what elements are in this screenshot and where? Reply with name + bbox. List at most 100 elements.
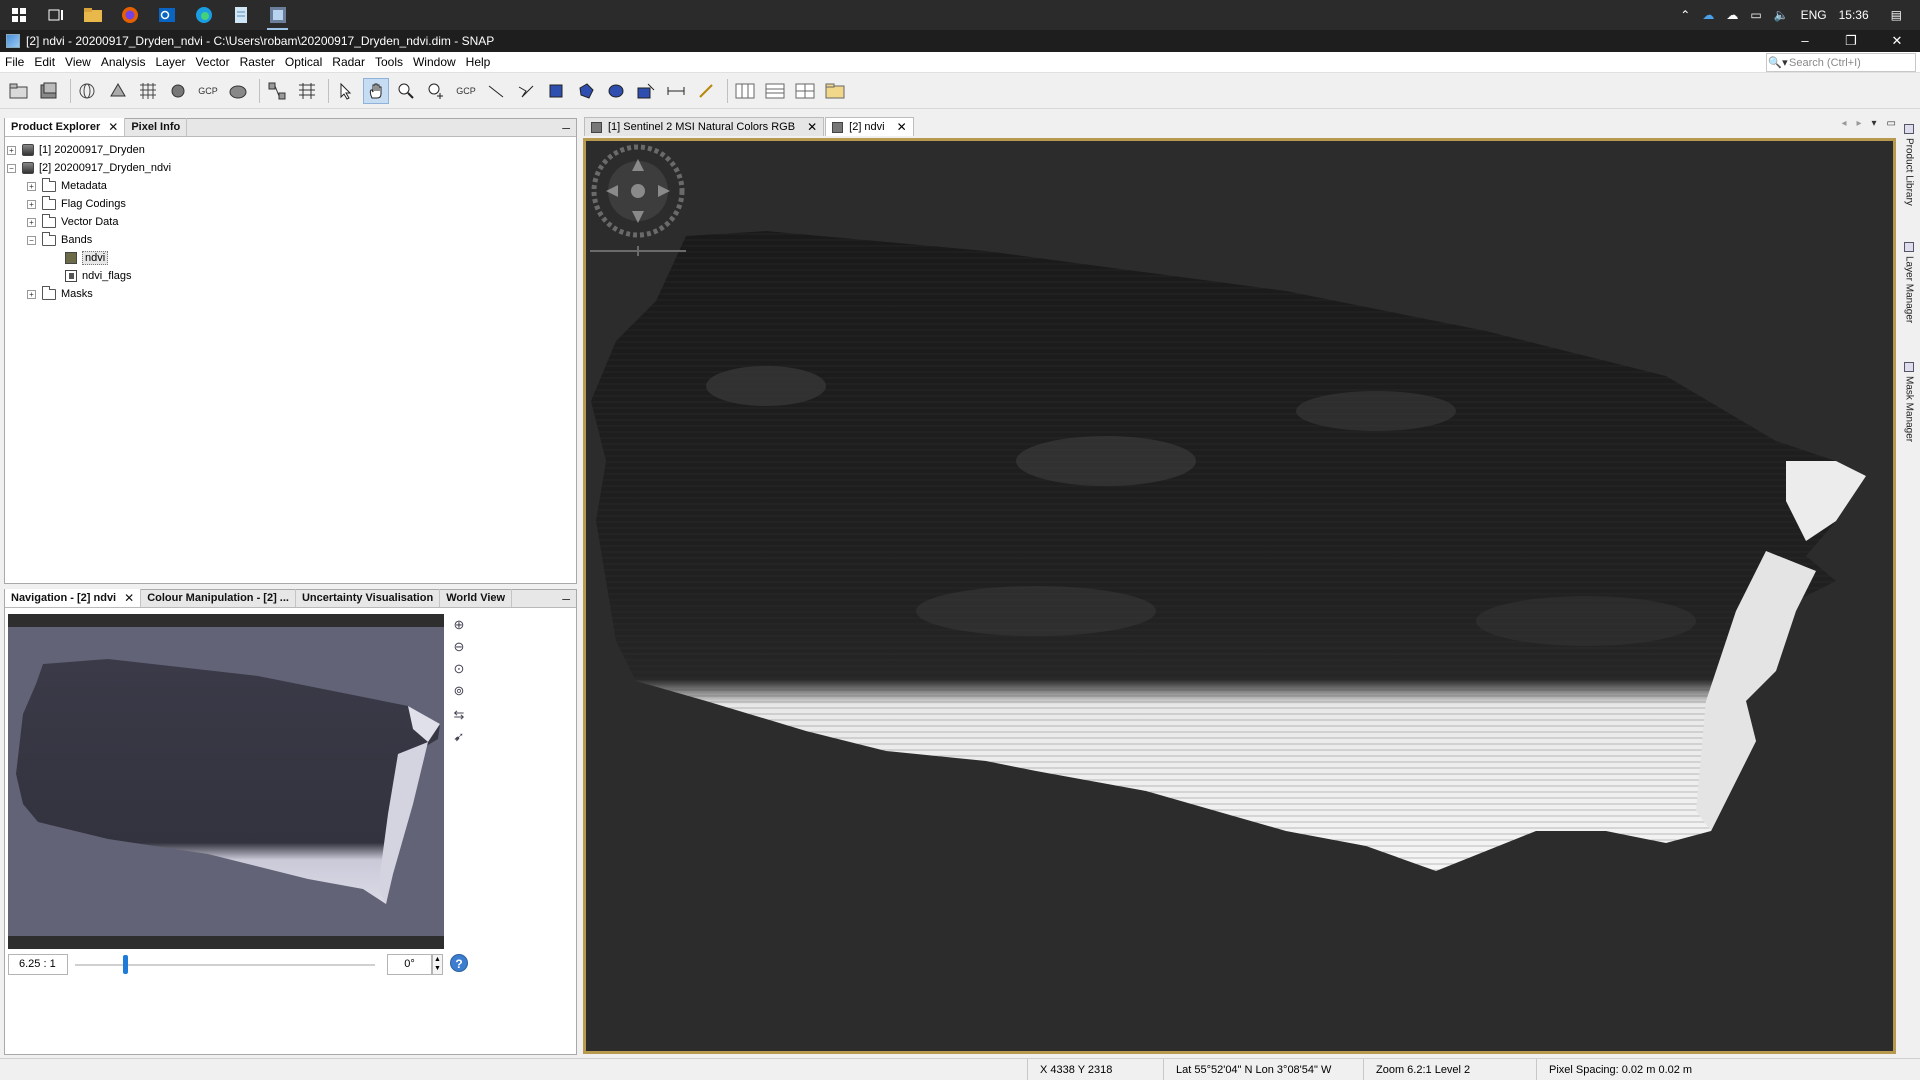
language-indicator[interactable]: ENG xyxy=(1801,8,1827,22)
tile-evenly-icon[interactable] xyxy=(792,78,818,104)
show-opened-documents-icon[interactable]: ▾ xyxy=(1872,118,1877,129)
zoom-tool-icon[interactable] xyxy=(393,78,419,104)
tab-layer-manager[interactable]: Layer Manager xyxy=(1901,242,1917,323)
menu-analysis[interactable]: Analysis xyxy=(96,52,151,73)
tree-node-band-ndvi[interactable]: ndvi xyxy=(7,249,574,267)
sync-cursor-icon[interactable]: ➹ xyxy=(450,728,468,746)
firefox-taskbar-button[interactable] xyxy=(111,0,148,30)
help-button[interactable]: ? xyxy=(450,954,468,972)
reprojection-icon[interactable] xyxy=(75,78,101,104)
tab-navigation[interactable]: Navigation - [2] ndvi ✕ xyxy=(5,589,142,607)
tree-node-bands[interactable]: − Bands xyxy=(7,231,574,249)
menu-view[interactable]: View xyxy=(60,52,96,73)
tab-pixel-info[interactable]: Pixel Info xyxy=(125,118,188,136)
line-drawing-tool-icon[interactable] xyxy=(483,78,509,104)
graph-builder-icon[interactable] xyxy=(264,78,290,104)
search-input[interactable]: 🔍▾ Search (Ctrl+I) xyxy=(1766,53,1916,72)
close-icon[interactable]: ✕ xyxy=(807,120,817,134)
menu-layer[interactable]: Layer xyxy=(151,52,191,73)
expand-icon[interactable]: + xyxy=(27,199,36,209)
zoom-slider-track[interactable] xyxy=(75,964,375,966)
minimize-panel-icon[interactable]: – xyxy=(562,590,570,606)
select-tool-icon[interactable] xyxy=(333,78,359,104)
scroll-left-icon[interactable]: ◂ xyxy=(1841,118,1846,129)
tile-single-icon[interactable] xyxy=(822,78,848,104)
tree-node-metadata[interactable]: + Metadata xyxy=(7,177,574,195)
edge-taskbar-button[interactable] xyxy=(185,0,222,30)
notifications-icon[interactable]: ▤ xyxy=(1891,8,1902,22)
battery-icon[interactable]: ▭ xyxy=(1750,8,1761,22)
tab-uncertainty-visualisation[interactable]: Uncertainty Visualisation xyxy=(296,589,441,607)
outlook-taskbar-button[interactable] xyxy=(148,0,185,30)
notepad-taskbar-button[interactable] xyxy=(222,0,259,30)
start-button[interactable] xyxy=(0,0,37,30)
menu-radar[interactable]: Radar xyxy=(327,52,370,73)
magic-wand-tool-icon[interactable] xyxy=(633,78,659,104)
scroll-right-icon[interactable]: ▸ xyxy=(1856,118,1861,129)
tree-node-band-ndvi-flags[interactable]: ndvi_flags xyxy=(7,267,574,285)
zoom-in-icon[interactable]: ⊕ xyxy=(450,616,468,634)
ndvi-image-view[interactable] xyxy=(583,138,1896,1054)
tree-node-product-1[interactable]: + [1] 20200917_Dryden xyxy=(7,141,574,159)
tab-product-library[interactable]: Product Library xyxy=(1901,124,1917,206)
resample-icon[interactable] xyxy=(105,78,131,104)
tree-node-vector-data[interactable]: + Vector Data xyxy=(7,213,574,231)
collocation-icon[interactable] xyxy=(165,78,191,104)
expand-icon[interactable]: + xyxy=(27,181,36,191)
tab-product-explorer[interactable]: Product Explorer ✕ xyxy=(5,118,126,136)
save-product-icon[interactable] xyxy=(36,78,62,104)
minimize-button[interactable]: – xyxy=(1782,30,1828,52)
close-icon[interactable]: ✕ xyxy=(108,120,118,134)
menu-vector[interactable]: Vector xyxy=(191,52,235,73)
tree-node-masks[interactable]: + Masks xyxy=(7,285,574,303)
cloud-icon[interactable]: ☁ xyxy=(1726,8,1738,22)
collapse-icon[interactable]: − xyxy=(7,163,16,173)
zoom-factor-field[interactable]: 6.25 : 1 xyxy=(8,954,68,975)
ruler-tool-icon[interactable] xyxy=(693,78,719,104)
expand-icon[interactable]: + xyxy=(7,145,16,155)
batch-processing-icon[interactable] xyxy=(294,78,320,104)
rotation-spinner[interactable]: ▲ ▼ xyxy=(432,954,443,975)
tab-rgb-view[interactable]: [1] Sentinel 2 MSI Natural Colors RGB ✕ xyxy=(584,117,825,136)
menu-raster[interactable]: Raster xyxy=(235,52,280,73)
navigation-overview[interactable] xyxy=(8,614,444,949)
ellipse-drawing-tool-icon[interactable] xyxy=(603,78,629,104)
pan-tool-icon[interactable] xyxy=(363,77,389,104)
sync-views-icon[interactable]: ⇆ xyxy=(450,706,468,724)
tree-node-product-2[interactable]: − [2] 20200917_Dryden_ndvi xyxy=(7,159,574,177)
tree-node-flag-codings[interactable]: + Flag Codings xyxy=(7,195,574,213)
rotation-angle-field[interactable]: 0° xyxy=(387,954,432,975)
close-icon[interactable]: ✕ xyxy=(124,591,134,605)
close-icon[interactable]: ✕ xyxy=(897,120,907,134)
chevron-up-icon[interactable]: ⌃ xyxy=(1680,8,1690,22)
polygon-drawing-tool-icon[interactable] xyxy=(573,78,599,104)
rectangle-drawing-tool-icon[interactable] xyxy=(543,78,569,104)
tab-ndvi-view[interactable]: [2] ndvi ✕ xyxy=(825,117,914,136)
menu-help[interactable]: Help xyxy=(461,52,496,73)
tile-horizontally-icon[interactable] xyxy=(732,78,758,104)
task-view-button[interactable] xyxy=(37,0,74,30)
onedrive-icon[interactable]: ☁ xyxy=(1702,8,1714,22)
menu-file[interactable]: File xyxy=(0,52,29,73)
tab-world-view[interactable]: World View xyxy=(440,589,513,607)
subset-icon[interactable] xyxy=(225,78,251,104)
zoom-all-icon[interactable]: ⊚ xyxy=(450,682,468,700)
expand-icon[interactable]: + xyxy=(27,217,36,227)
menu-window[interactable]: Window xyxy=(408,52,461,73)
clock[interactable]: 15:36 xyxy=(1839,8,1869,22)
mosaic-icon[interactable] xyxy=(135,78,161,104)
gcp-manager-icon[interactable]: GCP xyxy=(195,78,221,104)
minimize-panel-icon[interactable]: – xyxy=(562,119,570,135)
file-explorer-taskbar-button[interactable] xyxy=(74,0,111,30)
tab-mask-manager[interactable]: Mask Manager xyxy=(1901,362,1917,442)
polyline-drawing-tool-icon[interactable] xyxy=(513,78,539,104)
gcp-placing-tool-icon[interactable]: GCP xyxy=(453,78,479,104)
expand-icon[interactable]: + xyxy=(27,289,36,299)
maximize-window-icon[interactable]: ▭ xyxy=(1887,118,1896,129)
menu-optical[interactable]: Optical xyxy=(280,52,327,73)
menu-edit[interactable]: Edit xyxy=(29,52,60,73)
navigation-compass-overlay[interactable] xyxy=(588,143,698,258)
close-button[interactable]: ✕ xyxy=(1874,30,1920,52)
maximize-button[interactable]: ❐ xyxy=(1828,30,1874,52)
open-product-icon[interactable] xyxy=(6,78,32,104)
